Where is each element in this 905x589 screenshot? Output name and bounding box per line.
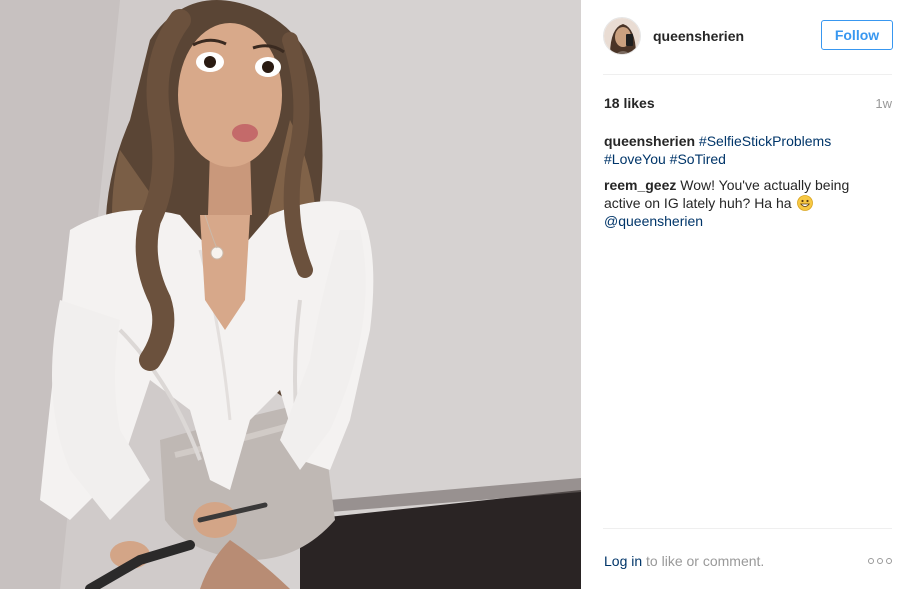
login-prompt-text: to like or comment.: [646, 553, 765, 569]
caption-username[interactable]: queensherien: [604, 133, 695, 149]
comment-item: reem_geez Wow! You've actually being act…: [604, 176, 874, 230]
mention-link[interactable]: @queensherien: [604, 213, 703, 229]
author-avatar[interactable]: [603, 17, 641, 55]
follow-button[interactable]: Follow: [821, 20, 893, 50]
author-username[interactable]: queensherien: [653, 28, 744, 44]
hashtag-link[interactable]: #SelfieStickProblems: [699, 133, 831, 149]
header-divider: [603, 74, 892, 75]
login-link[interactable]: Log in: [604, 553, 642, 569]
likes-count[interactable]: 18 likes: [604, 95, 655, 111]
post-timestamp[interactable]: 1w: [875, 96, 892, 111]
post-side-panel: queensherien Follow 18 likes 1w queenshe…: [581, 0, 905, 589]
post-photo[interactable]: [0, 0, 581, 589]
avatar-photo-icon: [604, 18, 640, 54]
comments-list: queensherien #SelfieStickProblems #LoveY…: [604, 132, 874, 238]
more-options-icon[interactable]: [868, 558, 892, 564]
likes-row: 18 likes 1w: [604, 95, 892, 111]
hashtag-link[interactable]: #SoTired: [670, 151, 726, 167]
selfie-image: [0, 0, 581, 589]
grinning-face-emoji-icon: [797, 195, 814, 211]
post-header: queensherien Follow: [603, 14, 893, 58]
caption: queensherien #SelfieStickProblems #LoveY…: [604, 132, 874, 168]
hashtag-link[interactable]: #LoveYou: [604, 151, 666, 167]
post-footer: Log in to like or comment.: [604, 553, 892, 569]
footer-divider: [603, 528, 892, 529]
instagram-post: queensherien Follow 18 likes 1w queenshe…: [0, 0, 905, 589]
comment-username[interactable]: reem_geez: [604, 177, 676, 193]
